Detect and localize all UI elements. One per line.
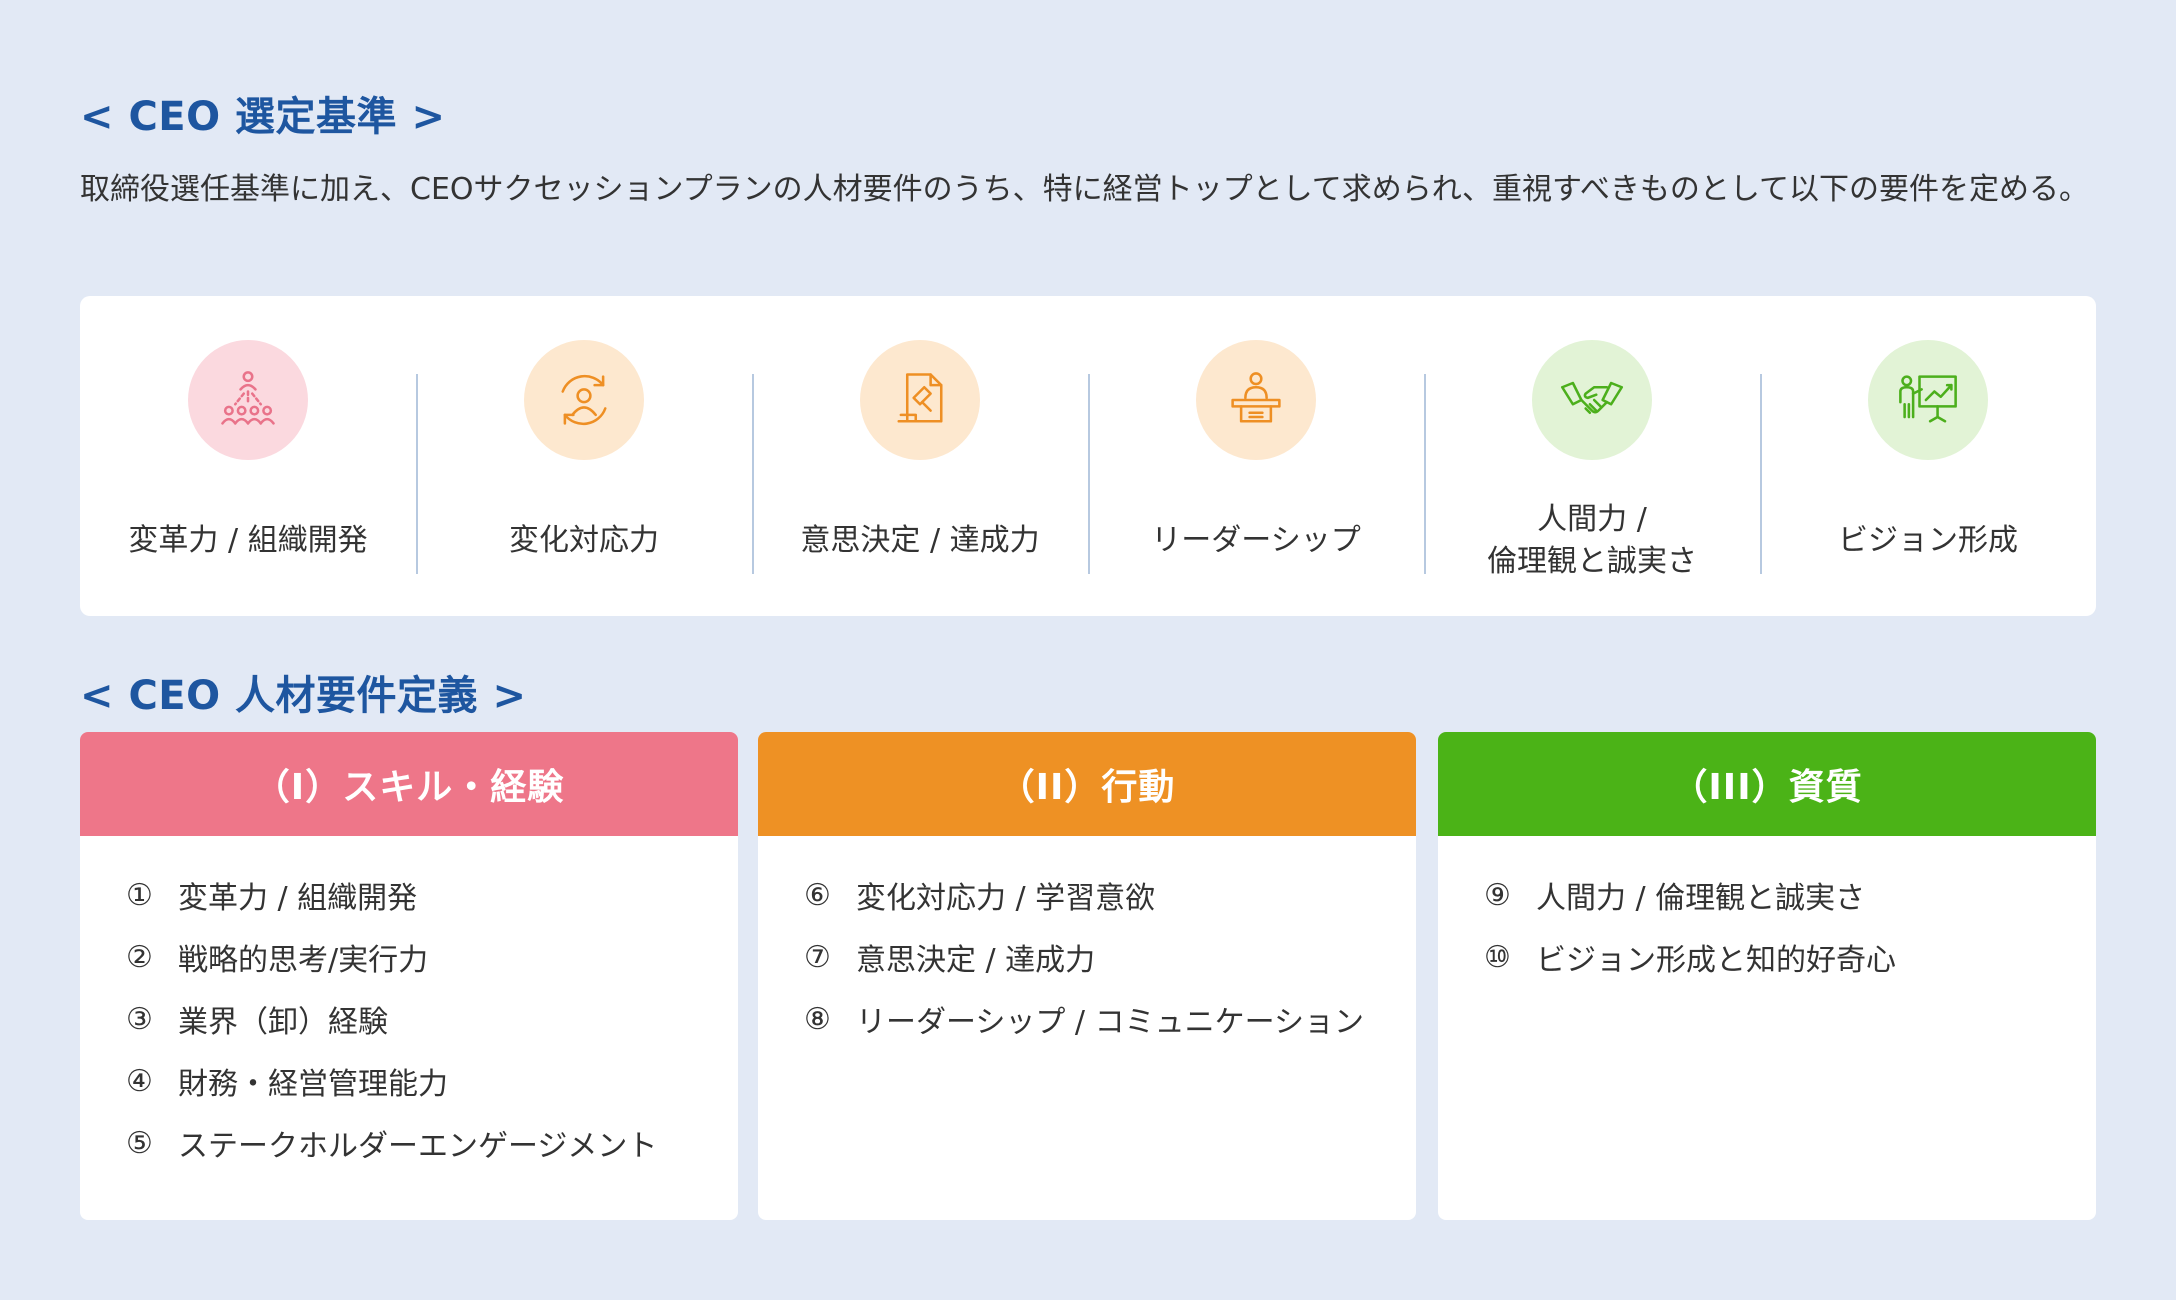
page: < CEO 選定基準 > 取締役選任基準に加え、CEOサクセッションプランの人材… <box>0 0 2176 1300</box>
requirement-card-qualities: （III）資質 ⑨ 人間力 / 倫理観と誠実さ ⑩ ビジョン形成と知的好奇心 <box>1438 732 2096 1220</box>
item-text: 人間力 / 倫理観と誠実さ <box>1536 881 1866 916</box>
section-title-ceo-selection-criteria: < CEO 選定基準 > <box>80 94 446 140</box>
presentation-chart-icon <box>1899 375 1957 423</box>
list-item: ③ 業界（卸）経験 <box>126 988 738 1050</box>
criterion-label: 意思決定 / 達成力 <box>800 523 1040 558</box>
person-cycle-icon <box>561 374 607 426</box>
item-number: ⑦ <box>804 939 831 975</box>
criterion-icon-circle <box>1196 340 1316 460</box>
item-text: 意思決定 / 達成力 <box>856 943 1096 978</box>
requirement-list: ① 変革力 / 組織開発 ② 戦略的思考/実行力 ③ 業界（卸）経験 ④ 財務・経営管理… <box>80 836 738 1174</box>
criterion-item: ビジョン形成 <box>1760 296 2096 616</box>
requirement-card-behavior: （II）行動 ⑥ 変化対応力 / 学習意欲 ⑦ 意思決定 / 達成力 ⑧ リーダーシッ… <box>758 732 1416 1220</box>
criteria-panel: 変革力 / 組織開発 変化対応力 意思決定 / 達成力 リーダーシップ 人間力 … <box>80 296 2096 616</box>
intro-description: 取締役選任基準に加え、CEOサクセッションプランの人材要件のうち、特に経営トップ… <box>80 172 2090 207</box>
criterion-label: ビジョン形成 <box>1838 523 2018 558</box>
section-title-ceo-talent-requirements: < CEO 人材要件定義 > <box>80 673 527 719</box>
requirement-list: ⑥ 変化対応力 / 学習意欲 ⑦ 意思決定 / 達成力 ⑧ リーダーシップ / コミュ… <box>758 836 1416 1050</box>
list-item: ⑨ 人間力 / 倫理観と誠実さ <box>1484 864 2096 926</box>
list-item: ⑧ リーダーシップ / コミュニケーション <box>804 988 1416 1050</box>
item-number: ⑤ <box>126 1125 153 1161</box>
item-number: ⑥ <box>804 877 831 913</box>
criterion-item: 人間力 / 倫理観と誠実さ <box>1424 296 1760 616</box>
item-text: リーダーシップ / コミュニケーション <box>856 1005 1364 1040</box>
criterion-label: リーダーシップ <box>1151 523 1361 558</box>
item-number: ② <box>126 939 153 975</box>
handshake-icon <box>1560 381 1624 415</box>
requirement-card-skills-experience: （I）スキル・経験 ① 変革力 / 組織開発 ② 戦略的思考/実行力 ③ 業界（卸）経… <box>80 732 738 1220</box>
criterion-label: 変化対応力 <box>509 523 659 558</box>
criterion-item: 意思決定 / 達成力 <box>752 296 1088 616</box>
item-text: 業界（卸）経験 <box>178 1005 388 1040</box>
criterion-item: 変化対応力 <box>416 296 752 616</box>
item-number: ④ <box>126 1063 153 1099</box>
item-text: 変革力 / 組織開発 <box>178 881 418 916</box>
criterion-icon-circle <box>1868 340 1988 460</box>
item-number: ③ <box>126 1001 153 1037</box>
criterion-icon-circle <box>188 340 308 460</box>
item-number: ⑨ <box>1484 877 1511 913</box>
item-text: 財務・経営管理能力 <box>178 1067 448 1102</box>
gavel-document-icon <box>897 373 943 423</box>
list-item: ⑤ ステークホルダーエンゲージメント <box>126 1112 738 1174</box>
criterion-icon-circle <box>860 340 980 460</box>
list-item: ⑦ 意思決定 / 達成力 <box>804 926 1416 988</box>
item-text: 戦略的思考/実行力 <box>178 943 429 978</box>
card-header: （II）行動 <box>758 732 1416 836</box>
item-text: ビジョン形成と知的好奇心 <box>1536 943 1896 978</box>
criterion-label: 人間力 / 倫理観と誠実さ <box>1487 502 1697 579</box>
speaker-podium-icon <box>1231 372 1281 423</box>
list-item: ④ 財務・経営管理能力 <box>126 1050 738 1112</box>
criterion-icon-circle <box>524 340 644 460</box>
item-text: 変化対応力 / 学習意欲 <box>856 881 1156 916</box>
item-number: ⑧ <box>804 1001 831 1037</box>
card-header: （III）資質 <box>1438 732 2096 836</box>
criterion-label: 変革力 / 組織開発 <box>128 523 368 558</box>
criterion-item: リーダーシップ <box>1088 296 1424 616</box>
item-number: ⑩ <box>1484 939 1511 975</box>
item-text: ステークホルダーエンゲージメント <box>178 1129 658 1164</box>
card-header: （I）スキル・経験 <box>80 732 738 836</box>
organization-hierarchy-icon <box>221 371 275 425</box>
list-item: ① 変革力 / 組織開発 <box>126 864 738 926</box>
list-item: ② 戦略的思考/実行力 <box>126 926 738 988</box>
list-item: ⑥ 変化対応力 / 学習意欲 <box>804 864 1416 926</box>
criterion-item: 変革力 / 組織開発 <box>80 296 416 616</box>
requirement-list: ⑨ 人間力 / 倫理観と誠実さ ⑩ ビジョン形成と知的好奇心 <box>1438 836 2096 988</box>
list-item: ⑩ ビジョン形成と知的好奇心 <box>1484 926 2096 988</box>
criterion-icon-circle <box>1532 340 1652 460</box>
item-number: ① <box>126 877 153 913</box>
